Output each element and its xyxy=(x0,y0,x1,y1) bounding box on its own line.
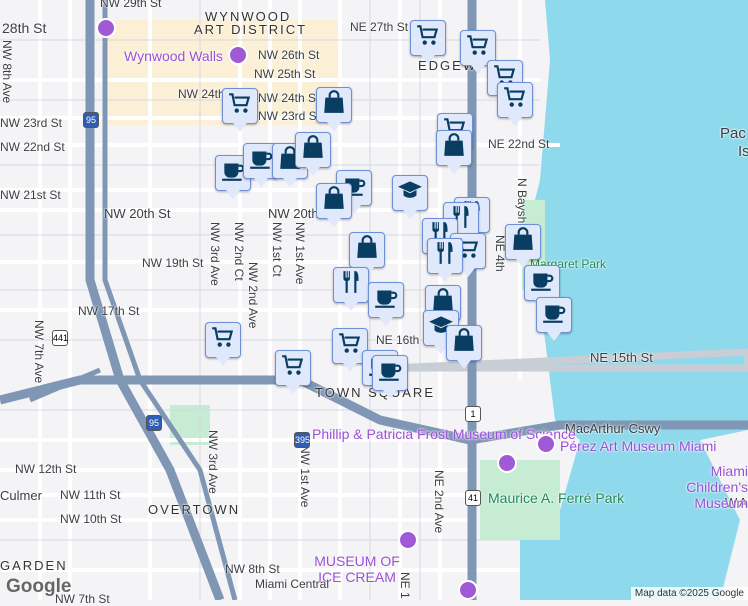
street-label: NW 3rd Ave xyxy=(206,430,220,494)
street-label: NW 1st Ave xyxy=(298,445,312,507)
map-marker-cart[interactable] xyxy=(275,350,311,386)
museum-pin-icon[interactable] xyxy=(497,453,517,473)
map-marker-coffee[interactable] xyxy=(368,282,404,318)
street-label: NW 29th St xyxy=(100,0,161,10)
map-marker-restaurant[interactable] xyxy=(427,238,463,274)
district-label: GARDEN xyxy=(0,558,68,573)
us-route-shield-icon: 1 xyxy=(465,406,481,422)
street-label: NW 7th Ave xyxy=(32,320,46,383)
shopping-cart-icon xyxy=(210,324,236,356)
street-label: NW 24th St xyxy=(258,91,319,105)
street-label: NW 8th Ave xyxy=(0,40,14,103)
shopping-cart-icon xyxy=(227,90,253,122)
fork-knife-icon xyxy=(432,240,458,272)
coffee-cup-icon xyxy=(248,145,274,177)
museum-pin-icon[interactable] xyxy=(458,580,478,600)
graduation-cap-icon xyxy=(397,177,423,209)
street-label: NE 27th St xyxy=(350,20,408,34)
us-route-shield-icon: 41 xyxy=(465,490,481,506)
coffee-cup-icon xyxy=(529,267,555,299)
map-marker-coffee[interactable] xyxy=(536,297,572,333)
us-route-shield-icon: 441 xyxy=(52,330,68,346)
map-marker-bag[interactable] xyxy=(316,87,352,123)
map-marker-cart[interactable] xyxy=(410,20,446,56)
museum-pin-icon[interactable] xyxy=(398,530,418,550)
shopping-bag-icon xyxy=(300,134,326,166)
interstate-shield-icon: 395 xyxy=(294,432,310,448)
map-marker-restaurant[interactable] xyxy=(333,267,369,303)
place-label: Is xyxy=(738,143,748,160)
museum-pin-icon[interactable] xyxy=(536,434,556,454)
place-label: Culmer xyxy=(0,488,42,503)
poi-label[interactable]: Pérez Art Museum Miami xyxy=(560,438,716,454)
street-label: NW 22nd St xyxy=(0,140,65,154)
poi-label[interactable]: Wynwood Walls xyxy=(124,48,223,64)
district-label: ART DISTRICT xyxy=(194,22,307,37)
street-label: NW 12th St xyxy=(15,462,76,476)
street-label: NW 11th St xyxy=(60,488,120,502)
shopping-bag-icon xyxy=(321,89,347,121)
street-label: NW 1st Ct xyxy=(270,222,284,277)
street-label: 28th St xyxy=(2,20,46,36)
map-marker-coffee[interactable] xyxy=(524,265,560,301)
shopping-cart-icon xyxy=(502,84,528,116)
street-label: NE 15th St xyxy=(590,350,653,365)
district-label: OVERTOWN xyxy=(148,502,240,517)
street-label: MacArthur Cswy xyxy=(565,421,660,436)
poi-label[interactable]: Miami Central xyxy=(255,577,329,591)
coffee-cup-icon xyxy=(377,357,403,389)
interstate-shield-icon: 95 xyxy=(146,415,162,431)
poi-label[interactable]: Miami Children's Museum xyxy=(652,463,748,511)
street-label: NW 17th St xyxy=(78,304,139,318)
street-label: NW 23rd St xyxy=(258,109,320,123)
street-label: NW 23rd St xyxy=(0,116,62,130)
shopping-bag-icon xyxy=(451,327,477,359)
map-marker-cart[interactable] xyxy=(222,88,258,124)
shopping-bag-icon xyxy=(354,234,380,266)
shopping-cart-icon xyxy=(337,330,363,362)
map-marker-bag[interactable] xyxy=(349,232,385,268)
museum-pin-icon[interactable] xyxy=(96,18,116,38)
shopping-cart-icon xyxy=(465,32,491,64)
shopping-cart-icon xyxy=(280,352,306,384)
street-label: NW 8th St xyxy=(225,562,280,576)
google-logo: Google xyxy=(6,576,71,598)
street-label: NW 2nd Ave xyxy=(246,262,260,328)
street-label: NW 20th St xyxy=(104,206,170,221)
map-marker-cart[interactable] xyxy=(497,82,533,118)
street-label: NW 3rd Ave xyxy=(208,222,222,286)
place-label: Pac xyxy=(720,125,746,142)
map-marker-bag[interactable] xyxy=(316,183,352,219)
coffee-cup-icon xyxy=(541,299,567,331)
street-label: NW 19th St xyxy=(142,256,203,270)
map-marker-cart[interactable] xyxy=(205,322,241,358)
museum-pin-icon[interactable] xyxy=(228,45,248,65)
park-label[interactable]: Maurice A. Ferré Park xyxy=(488,490,624,506)
interstate-shield-icon: 95 xyxy=(83,112,99,128)
map-marker-bag[interactable] xyxy=(295,132,331,168)
fork-knife-icon xyxy=(338,269,364,301)
street-label: NW 26th St xyxy=(258,48,319,62)
map-marker-bag[interactable] xyxy=(505,224,541,260)
coffee-cup-icon xyxy=(373,284,399,316)
shopping-bag-icon xyxy=(321,185,347,217)
map-credit[interactable]: Map data ©2025 Google xyxy=(631,587,748,600)
street-label: NW 25th St xyxy=(254,67,315,81)
shopping-bag-icon xyxy=(510,226,536,258)
map-marker-school[interactable] xyxy=(392,175,428,211)
map-marker-coffee[interactable] xyxy=(372,355,408,391)
shopping-cart-icon xyxy=(415,22,441,54)
map-marker-bag[interactable] xyxy=(446,325,482,361)
street-label: NW 2nd Ct xyxy=(232,222,246,281)
shopping-bag-icon xyxy=(441,132,467,164)
street-label: NW 10th St xyxy=(60,512,121,526)
street-label: NW 21st St xyxy=(0,188,61,202)
street-label: NE 22nd St xyxy=(488,137,549,151)
map-marker-bag[interactable] xyxy=(436,130,472,166)
street-label: NE 2nd Ave xyxy=(432,470,446,533)
street-label: NW 1st Ave xyxy=(293,222,307,284)
